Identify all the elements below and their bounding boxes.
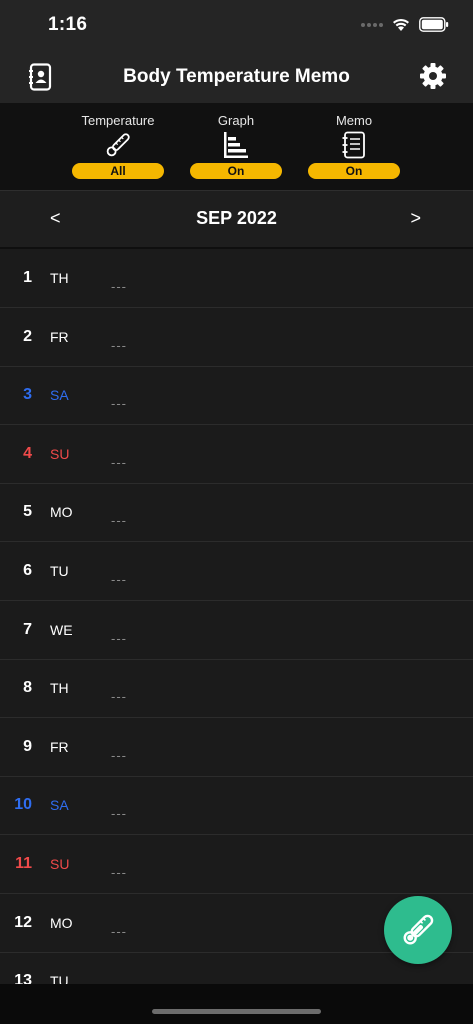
day-row[interactable]: 2 FR --- bbox=[0, 308, 473, 367]
day-number: 13 bbox=[14, 972, 32, 984]
thermometer-icon bbox=[106, 133, 130, 157]
graph-label: Graph bbox=[217, 113, 255, 128]
day-row[interactable]: 5 MO --- bbox=[0, 483, 473, 543]
status-icons bbox=[361, 17, 449, 32]
weekday-label: FR bbox=[50, 328, 69, 345]
memo-value-pill[interactable]: On bbox=[308, 163, 400, 179]
day-row[interactable]: 9 FR --- bbox=[0, 718, 473, 777]
temperature-value: --- bbox=[111, 337, 127, 353]
temperature-value: --- bbox=[111, 689, 127, 705]
day-number: 5 bbox=[23, 503, 32, 521]
day-row[interactable]: 10 SA --- bbox=[0, 776, 473, 836]
day-number: 4 bbox=[23, 444, 32, 462]
day-number: 8 bbox=[23, 679, 32, 697]
home-indicator-area bbox=[0, 984, 473, 1024]
temperature-value: --- bbox=[111, 747, 127, 763]
day-number: 7 bbox=[23, 620, 32, 638]
weekday-label: TU bbox=[50, 563, 69, 579]
month-title: SEP 2022 bbox=[196, 208, 277, 228]
month-selector: < SEP 2022 > bbox=[0, 191, 473, 249]
temperature-value: --- bbox=[111, 454, 127, 470]
thermometer-icon bbox=[403, 914, 434, 945]
day-list[interactable]: 1 TH --- 2 FR --- 3 SA --- 4 SU --- 5 MO… bbox=[0, 249, 473, 984]
temperature-value: --- bbox=[111, 279, 127, 294]
memo-label: Memo bbox=[335, 113, 373, 128]
temperature-value: --- bbox=[111, 923, 127, 939]
day-row[interactable]: 1 TH --- bbox=[0, 249, 473, 308]
status-bar: 1:16 bbox=[0, 0, 473, 50]
temperature-value-pill[interactable]: All bbox=[72, 163, 164, 179]
status-time: 1:16 bbox=[48, 14, 88, 35]
day-row[interactable]: 7 WE --- bbox=[0, 601, 473, 660]
day-number: 3 bbox=[23, 386, 32, 404]
weekday-label: TH bbox=[50, 680, 69, 697]
day-number: 1 bbox=[23, 269, 32, 286]
gear-icon[interactable] bbox=[419, 62, 447, 90]
page-title: Body Temperature Memo bbox=[123, 66, 350, 87]
weekday-label: WE bbox=[50, 621, 73, 638]
day-row[interactable]: 6 TU --- bbox=[0, 542, 473, 601]
day-number: 10 bbox=[14, 796, 32, 814]
day-number: 9 bbox=[23, 737, 32, 755]
temperature-value: --- bbox=[111, 513, 127, 529]
weekday-label: TU bbox=[50, 973, 69, 984]
weekday-label: FR bbox=[50, 738, 69, 755]
day-row[interactable]: 8 TH --- bbox=[0, 659, 473, 719]
day-number: 2 bbox=[23, 327, 32, 345]
home-indicator[interactable] bbox=[152, 1009, 321, 1014]
memo-notepad-icon bbox=[342, 131, 365, 159]
memo-toggle[interactable]: Memo On bbox=[308, 113, 400, 179]
day-row[interactable]: 4 SU --- bbox=[0, 425, 473, 484]
temperature-value: --- bbox=[111, 396, 127, 412]
battery-icon bbox=[419, 17, 449, 32]
graph-toggle[interactable]: Graph On bbox=[190, 113, 282, 179]
weekday-label: TH bbox=[50, 270, 69, 286]
weekday-label: SA bbox=[50, 797, 69, 814]
day-row[interactable]: 3 SA --- bbox=[0, 366, 473, 426]
day-number: 11 bbox=[15, 855, 32, 872]
temperature-value: --- bbox=[111, 806, 127, 822]
day-number: 12 bbox=[14, 913, 32, 931]
weekday-label: MO bbox=[50, 914, 73, 931]
temperature-label: Temperature bbox=[81, 113, 155, 128]
add-temperature-button[interactable] bbox=[384, 896, 452, 964]
bar-graph-icon bbox=[224, 132, 248, 158]
day-row[interactable]: 11 SU --- bbox=[0, 835, 473, 894]
weekday-label: SA bbox=[50, 387, 69, 404]
next-month-button[interactable]: > bbox=[410, 208, 421, 229]
temperature-value: --- bbox=[111, 865, 127, 880]
graph-value-pill[interactable]: On bbox=[190, 163, 282, 179]
day-number: 6 bbox=[23, 562, 32, 579]
settings-toolbar: Temperature All Graph On Memo On bbox=[0, 103, 473, 191]
wifi-icon bbox=[393, 18, 409, 31]
nav-bar: Body Temperature Memo bbox=[0, 50, 473, 103]
temperature-value: --- bbox=[111, 630, 127, 646]
cellular-signal-icon bbox=[361, 22, 383, 27]
temperature-filter[interactable]: Temperature All bbox=[72, 113, 164, 179]
temperature-value: --- bbox=[111, 572, 127, 587]
weekday-label: SU bbox=[50, 856, 70, 872]
weekday-label: MO bbox=[50, 504, 73, 521]
weekday-label: SU bbox=[50, 445, 70, 462]
